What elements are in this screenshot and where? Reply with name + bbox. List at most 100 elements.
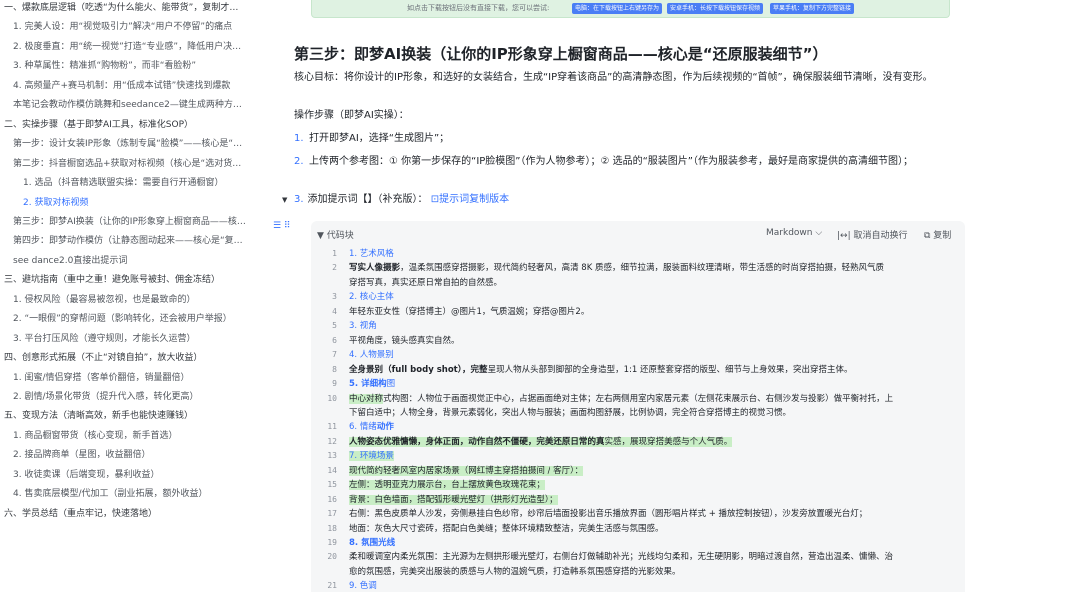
- line-text: 年轻东亚女性（穿搭博主）@图片1，气质温婉；穿搭@图片2。: [349, 306, 590, 317]
- line-text: 穿搭写真，真实还原日常自拍的自然感。: [349, 277, 503, 288]
- line-text: 愈的氛围感，完美突出服装的质感与人物的温婉气质，打造韩系氛围感穿搭的光影效果。: [349, 566, 681, 577]
- outline-item[interactable]: 二、实操步骤（基于即梦AI工具，标准化SOP）: [4, 116, 250, 134]
- code-line: 穿搭写真，真实还原日常自拍的自然感。: [311, 276, 965, 290]
- outline-item[interactable]: 一、爆款底层逻辑（吃透“为什么能火、能带货”，复制才…: [4, 0, 250, 17]
- code-block-title: 代码块: [326, 231, 354, 241]
- line-number: 19: [327, 538, 337, 547]
- line-number: 3: [332, 292, 337, 302]
- outline-item[interactable]: 3. 种草属性：精准抓“购物粉”，而非“看脸粉”: [13, 57, 250, 75]
- outline-item[interactable]: 4. 高频量产+赛马机制：用“低成本试错”快速找到爆款: [13, 77, 250, 95]
- line-number: 1: [332, 249, 337, 258]
- step-number: 2.: [294, 156, 304, 167]
- line-number: 18: [327, 523, 337, 533]
- outline-item[interactable]: 1. 闺蜜/情侣穿搭（客单价翻倍，销量翻倍）: [13, 369, 250, 387]
- line-text: 2. 核心主体: [349, 292, 394, 303]
- step-number: 3.: [294, 194, 304, 205]
- code-line: 18 地面：灰色大尺寸瓷砖，搭配白色美缝；整体环境精致整洁，完美生活感与氛围感。: [311, 522, 965, 536]
- outline-item[interactable]: 4. 售卖底层模型/代加工（副业拓展，额外收益）: [13, 485, 250, 503]
- outline-item[interactable]: 第三步：即梦AI换装（让你的IP形象穿上橱窗商品——核…: [13, 213, 250, 231]
- outline-item[interactable]: 1. 完美人设：用“视觉吸引力”解决“用户不停留”的痛点: [13, 18, 250, 36]
- code-line: 下留白适中；人物全身，背景元素弱化，突出人物与服装；画面构图舒展，比例协调，完全…: [311, 406, 965, 420]
- outline-item[interactable]: 3. 收徒卖课（后端变现，暴利收益）: [13, 466, 250, 484]
- step-text: 上传两个参考图：① 你第一步保存的“IP脸模图”（作为人物参考）；② 选品的“服…: [309, 156, 913, 167]
- line-number: 16: [327, 494, 337, 504]
- step-text: 打开即梦AI，选择“生成图片”；: [309, 133, 450, 144]
- line-number: 8: [332, 364, 337, 374]
- line-text: 柔和暖调室内柔光氛围：主光源为左侧拱形暖光壁灯，右侧台灯做辅助补光；光线均匀柔和…: [349, 552, 894, 563]
- code-line: 14 现代简约轻奢风室内居家场景（网红博主穿搭拍摄间 / 客厅）：: [311, 464, 965, 478]
- line-number: 2: [332, 263, 337, 273]
- line-number: 9: [332, 379, 337, 389]
- line-text: 地面：灰色大尺寸瓷砖，搭配白色美缝；整体环境精致整洁，完美生活感与氛围感。: [349, 523, 664, 534]
- step-number: 1.: [294, 133, 304, 144]
- banner-button-iphone[interactable]: 苹果手机：复制下方完整链接: [770, 3, 855, 14]
- collapse-triangle-icon[interactable]: ▼: [282, 191, 294, 209]
- operation-steps-label: 操作步骤（即梦AI实操）：: [294, 110, 409, 121]
- line-text: 4. 人物景别: [349, 350, 394, 361]
- line-number: 17: [327, 509, 337, 519]
- code-line: 9 5. 详细构图: [311, 377, 965, 391]
- step-text: 添加提示词【】（补充版）：: [307, 194, 428, 205]
- outline-item[interactable]: 五、变现方法（清晰高效，新手也能快速赚钱）: [4, 407, 250, 425]
- core-goal-paragraph: 核心目标：将你设计的IP形象，和选好的女装结合，生成“IP穿着该商品”的高清静态…: [294, 72, 933, 83]
- outline-sidebar: 一、爆款底层逻辑（吃透“为什么能火、能带货”，复制才… 1. 完美人设：用“视觉吸…: [0, 0, 252, 592]
- code-line: 5 3. 视角: [311, 319, 965, 333]
- code-line: 10 中心对称式构图：人物位于画面视觉正中心，占据画面绝对主体；左右两侧用室内家居…: [311, 392, 965, 406]
- code-line: 6 平视角度，镜头感真实自然。: [311, 334, 965, 348]
- outline-item[interactable]: 四、创意形式拓展（不止“对镜自拍”，放大收益）: [4, 349, 250, 367]
- code-block-header: ▼ 代码块 Markdown ⌵ |↔| 取消自动换行 ⧉ 复制: [311, 221, 965, 247]
- code-line: 21 9. 色调: [311, 579, 965, 592]
- line-number: 20: [327, 552, 337, 562]
- outline-item[interactable]: 2. 获取对标视频: [23, 194, 250, 212]
- block-handle-icon[interactable]: ☰ ⠿: [273, 221, 297, 235]
- line-number: 11: [327, 422, 337, 432]
- outline-item[interactable]: 六、学员总结（重点牢记，快速落地）: [4, 505, 250, 523]
- line-number: 5: [332, 321, 337, 331]
- copy-button[interactable]: ⧉ 复制: [924, 228, 951, 241]
- code-line: 11 6. 情绪动作: [311, 420, 965, 434]
- banner-button-pc[interactable]: 电脑：在下载按钮上右键另存为: [572, 3, 663, 14]
- code-line: 20 柔和暖调室内柔光氛围：主光源为左侧拱形暖光壁灯，右侧台灯做辅助补光；光线均匀…: [311, 550, 965, 564]
- line-number: 6: [332, 335, 337, 345]
- outline-item[interactable]: see dance2.0直接出提示词: [13, 252, 250, 270]
- outline-item[interactable]: 第二步：抖音橱窗选品+获取对标视频（核心是“选对货…: [13, 155, 250, 173]
- outline-item[interactable]: 2. 接品牌商单（星图，收益翻倍）: [13, 446, 250, 464]
- outline-item[interactable]: 2. 极度垂直：用“统一视觉”打造“专业感”，降低用户决…: [13, 38, 250, 56]
- code-line: 4 年轻东亚女性（穿搭博主）@图片1，气质温婉；穿搭@图片2。: [311, 305, 965, 319]
- line-text: 人物姿态优雅慵懒，身体正面，动作自然不僵硬，完美还原日常的真实感，展现穿搭美感与…: [349, 436, 733, 447]
- code-line: 8 全身景别（full body shot），完整呈现人物从头部到脚部的全身造型，…: [311, 363, 965, 377]
- language-selector[interactable]: Markdown ⌵: [766, 228, 822, 238]
- outline-item[interactable]: 三、避坑指南（重中之重！避免账号被封、佣金冻结）: [4, 271, 250, 289]
- outline-item[interactable]: 本笔记会教动作模仿跳舞和seedance2—键生成两种方…: [13, 96, 250, 114]
- toggle-wrap-button[interactable]: |↔| 取消自动换行: [837, 228, 907, 241]
- outline-item[interactable]: 2. 剧情/场景化带货（提升代入感，转化更高）: [13, 388, 250, 406]
- code-block-collapse-toggle[interactable]: ▼ 代码块: [317, 228, 354, 241]
- download-tip-banner: 如点击下载按钮后没有直接下载，您可以尝试: 电脑：在下载按钮上右键另存为 安卓手…: [311, 0, 950, 18]
- code-block: ▼ 代码块 Markdown ⌵ |↔| 取消自动换行 ⧉ 复制 1 1. 艺术风…: [311, 221, 965, 592]
- outline-item[interactable]: 1. 选品（抖音精选联盟实操：需要自行开通橱窗）: [23, 174, 250, 192]
- prompt-copy-link[interactable]: 提示词复制版本: [439, 194, 509, 205]
- code-line: 16 背景：白色墙面，搭配弧形暖光壁灯（拱形灯光造型）；: [311, 493, 965, 507]
- line-text: 3. 视角: [349, 321, 377, 332]
- line-text: 7. 环境场景: [349, 451, 394, 462]
- code-line: 17 右侧：黑色皮质单人沙发，旁侧悬挂白色纱帘，纱帘后墙面投影出音乐播放界面（圆形…: [311, 507, 965, 521]
- outline-item[interactable]: 第四步：即梦动作模仿（让静态图动起来——核心是“复…: [13, 232, 250, 250]
- section-heading: 第三步：即梦AI换装（让你的IP形象穿上橱窗商品——核心是“还原服装细节”）: [294, 45, 828, 63]
- outline-item[interactable]: 第一步：设计女装IP形象（炼制专属“脸模”——核心是“…: [13, 135, 250, 153]
- code-line: 12 人物姿态优雅慵懒，身体正面，动作自然不僵硬，完美还原日常的真实感，展现穿搭美…: [311, 435, 965, 449]
- line-number: 14: [327, 465, 337, 475]
- banner-text: 如点击下载按钮后没有直接下载，您可以尝试:: [407, 4, 550, 12]
- code-line: 19 8. 氛围光线: [311, 536, 965, 550]
- line-number: 7: [332, 350, 337, 360]
- line-text: 右侧：黑色皮质单人沙发，旁侧悬挂白色纱帘，纱帘后墙面投影出音乐播放界面（圆形唱片…: [349, 509, 868, 520]
- outline-item[interactable]: 3. 平台打压风险（遵守规则，才能长久运营）: [13, 330, 250, 348]
- code-line: 15 左侧：透明亚克力展示台，台上摆放黄色玫瑰花束；: [311, 478, 965, 492]
- line-text: 下留白适中；人物全身，背景元素弱化，突出人物与服装；画面构图舒展，比例协调，完全…: [349, 407, 792, 418]
- outline-item[interactable]: 2. “一眼假”的穿帮问题（影响转化，还会被用户举报）: [13, 310, 250, 328]
- banner-button-android[interactable]: 安卓手机：长按下载按钮保存视频: [667, 3, 764, 14]
- outline-item[interactable]: 1. 商品橱窗带货（核心变现，新手首选）: [13, 427, 250, 445]
- line-text: 全身景别（full body shot），完整呈现人物从头部到脚部的全身造型，1…: [349, 364, 853, 375]
- outline-item[interactable]: 1. 侵权风险（最容易被忽视，也是最致命的）: [13, 291, 250, 309]
- line-text: 平视角度，镜头感真实自然。: [349, 335, 460, 346]
- line-text: 1. 艺术风格: [349, 249, 394, 259]
